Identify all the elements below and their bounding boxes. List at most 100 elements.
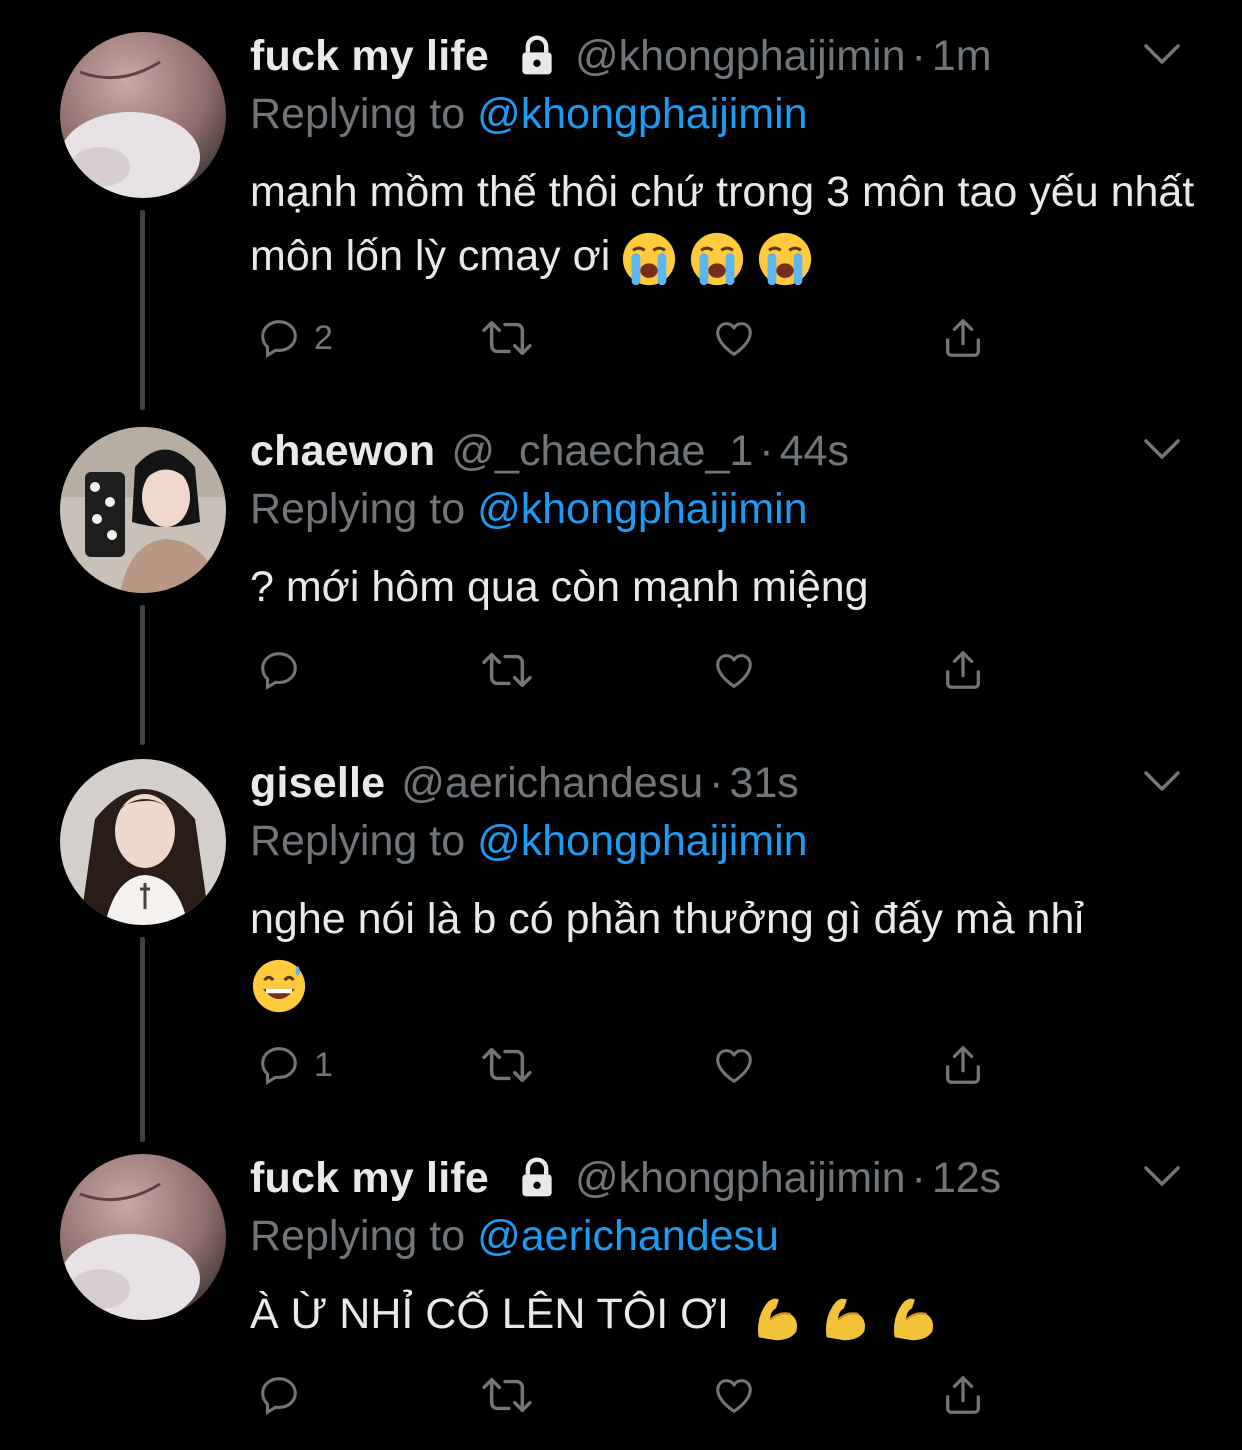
chevron-down-icon[interactable] xyxy=(1140,431,1184,465)
timestamp[interactable]: 31s xyxy=(729,759,798,808)
tweet-text: mạnh mồm thế thôi chứ trong 3 môn tao yế… xyxy=(250,160,1200,288)
timestamp[interactable]: 1m xyxy=(932,32,992,81)
tweet-text: À Ừ NHỈ CỐ LÊN TÔI ƠI xyxy=(250,1282,1200,1346)
like-button[interactable] xyxy=(710,1367,758,1423)
avatar[interactable] xyxy=(60,427,226,593)
heart-icon xyxy=(716,1379,752,1413)
replying-label: Replying to xyxy=(250,1212,466,1260)
retweet-icon xyxy=(482,652,532,688)
reply-count: 1 xyxy=(314,1045,333,1084)
mention-link[interactable]: @khongphaijimin xyxy=(477,485,808,533)
avatar[interactable] xyxy=(60,32,226,198)
thread-line xyxy=(140,210,145,410)
timestamp[interactable]: 12s xyxy=(932,1154,1001,1203)
loudly-crying-face-emoji xyxy=(691,232,744,285)
heart-icon xyxy=(716,1049,752,1083)
reply-button[interactable] xyxy=(256,642,314,698)
share-button[interactable] xyxy=(940,1037,986,1093)
mention-link[interactable]: @khongphaijimin xyxy=(477,817,808,865)
heart-icon xyxy=(716,322,752,356)
flexed-biceps-emoji xyxy=(894,1298,934,1340)
share-button[interactable] xyxy=(940,310,986,366)
timestamp[interactable]: 44s xyxy=(780,427,849,476)
action-bar xyxy=(250,642,1010,698)
avatar[interactable] xyxy=(60,759,226,925)
flexed-biceps-emoji xyxy=(758,1298,798,1340)
reply-icon xyxy=(261,320,297,359)
retweet-button[interactable] xyxy=(480,1367,534,1423)
tweet-header: chaewon @_chaechae_1 · 44s xyxy=(250,423,849,479)
separator: · xyxy=(911,31,926,80)
flexed-biceps-emoji xyxy=(826,1298,866,1340)
display-name[interactable]: fuck my life xyxy=(250,32,489,81)
mention-link[interactable]: @khongphaijimin xyxy=(477,90,808,138)
heart-icon xyxy=(716,654,752,688)
grinning-face-with-sweat-emoji xyxy=(252,959,306,1012)
share-icon xyxy=(946,1046,980,1084)
tweet-item[interactable]: giselle @aerichandesu · 31s Replying to … xyxy=(0,727,1242,1142)
chevron-down-icon[interactable] xyxy=(1140,763,1184,797)
retweet-button[interactable] xyxy=(480,642,534,698)
chevron-down-icon[interactable] xyxy=(1140,36,1184,70)
share-button[interactable] xyxy=(940,642,986,698)
replying-to: Replying to @khongphaijimin xyxy=(250,485,808,534)
retweet-icon xyxy=(482,320,532,356)
replying-label: Replying to xyxy=(250,817,466,865)
action-bar xyxy=(250,1367,1010,1423)
separator: · xyxy=(911,1153,926,1202)
thread-line xyxy=(140,937,145,1142)
share-button[interactable] xyxy=(940,1367,986,1423)
display-name[interactable]: fuck my life xyxy=(250,1154,489,1203)
reply-button[interactable] xyxy=(256,1367,314,1423)
display-name[interactable]: giselle xyxy=(250,759,385,808)
replying-label: Replying to xyxy=(250,485,466,533)
retweet-button[interactable] xyxy=(480,310,534,366)
thread-line xyxy=(140,605,145,745)
user-handle[interactable]: @_chaechae_1 xyxy=(451,427,753,476)
replying-to: Replying to @khongphaijimin xyxy=(250,90,808,139)
replying-to: Replying to @khongphaijimin xyxy=(250,817,808,866)
lock-icon xyxy=(515,34,559,78)
like-button[interactable] xyxy=(710,310,758,366)
replying-to: Replying to @aerichandesu xyxy=(250,1212,779,1261)
reply-icon xyxy=(261,1377,297,1416)
lock-icon xyxy=(515,1156,559,1200)
share-icon xyxy=(946,651,980,689)
retweet-icon xyxy=(482,1047,532,1083)
display-name[interactable]: chaewon xyxy=(250,427,435,476)
user-handle[interactable]: @khongphaijimin xyxy=(575,1154,906,1203)
tweet-item[interactable]: fuck my life @khongphaijimin · 12s Reply… xyxy=(0,1122,1242,1450)
retweet-button[interactable] xyxy=(480,1037,534,1093)
tweet-item[interactable]: fuck my life @khongphaijimin · 1m Replyi… xyxy=(0,0,1242,410)
share-icon xyxy=(946,1376,980,1414)
tweet-header: fuck my life @khongphaijimin · 12s xyxy=(250,1150,1001,1206)
action-bar: 1 xyxy=(250,1037,1010,1093)
user-handle[interactable]: @aerichandesu xyxy=(401,759,703,808)
avatar[interactable] xyxy=(60,1154,226,1320)
mention-link[interactable]: @aerichandesu xyxy=(477,1212,779,1260)
separator: · xyxy=(759,426,774,475)
user-handle[interactable]: @khongphaijimin xyxy=(575,32,906,81)
tweet-text-content: À Ừ NHỈ CỐ LÊN TÔI ƠI xyxy=(250,1290,729,1338)
tweet-text: nghe nói là b có phần thưởng gì đấy mà n… xyxy=(250,887,1200,1015)
reply-icon xyxy=(261,652,297,691)
reply-count: 2 xyxy=(314,318,333,357)
tweet-text: ? mới hôm qua còn mạnh miệng xyxy=(250,555,1200,619)
like-button[interactable] xyxy=(710,642,758,698)
tweet-header: fuck my life @khongphaijimin · 1m xyxy=(250,28,992,84)
chevron-down-icon[interactable] xyxy=(1140,1158,1184,1192)
tweet-text-content: nghe nói là b có phần thưởng gì đấy mà n… xyxy=(250,895,1084,943)
reply-button[interactable]: 2 xyxy=(256,310,333,366)
tweet-text-content: ? mới hôm qua còn mạnh miệng xyxy=(250,563,869,611)
reply-icon xyxy=(261,1047,297,1086)
replying-label: Replying to xyxy=(250,90,466,138)
tweet-header: giselle @aerichandesu · 31s xyxy=(250,755,799,811)
loudly-crying-face-emoji xyxy=(759,232,812,285)
retweet-icon xyxy=(482,1377,532,1413)
tweet-item[interactable]: chaewon @_chaechae_1 · 44s Replying to @… xyxy=(0,395,1242,745)
reply-button[interactable]: 1 xyxy=(256,1037,333,1093)
separator: · xyxy=(709,758,724,807)
loudly-crying-face-emoji xyxy=(623,232,676,285)
like-button[interactable] xyxy=(710,1037,758,1093)
action-bar: 2 xyxy=(250,310,1010,366)
